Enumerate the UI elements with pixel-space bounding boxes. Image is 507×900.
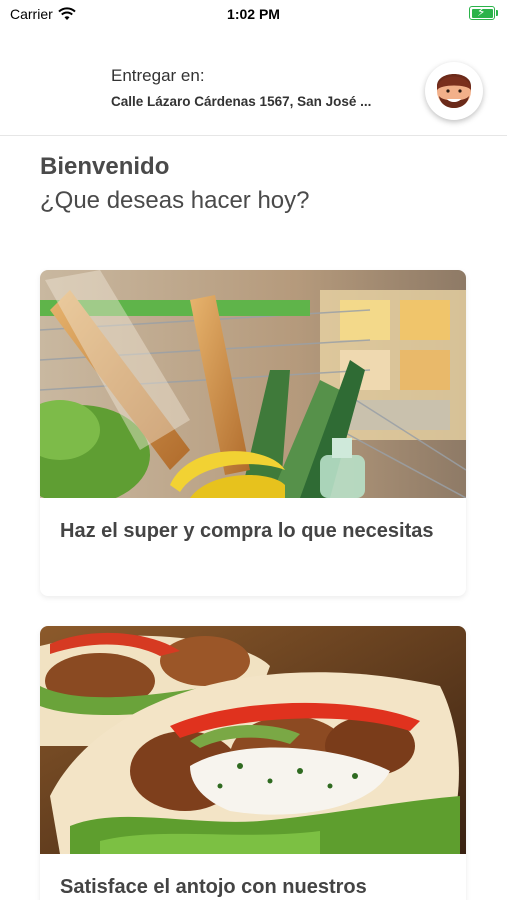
- delivery-header[interactable]: Entregar en: Calle Lázaro Cárdenas 1567,…: [0, 28, 507, 136]
- delivery-address[interactable]: Calle Lázaro Cárdenas 1567, San José ...: [111, 94, 401, 109]
- profile-avatar[interactable]: [425, 62, 483, 120]
- app-screen: Carrier 1:02 PM ⚡ Entregar en: Calle Láz…: [0, 0, 507, 900]
- avatar-face-icon: [437, 74, 471, 108]
- food-card[interactable]: Satisface el antojo con nuestros: [40, 626, 466, 900]
- status-bar: Carrier 1:02 PM ⚡: [0, 0, 507, 28]
- food-card-label: Satisface el antojo con nuestros: [60, 876, 367, 898]
- grocery-card-label: Haz el super y compra lo que necesitas: [60, 520, 434, 542]
- welcome-subtitle: ¿Que deseas hacer hoy?: [40, 187, 310, 214]
- welcome-title: Bienvenido: [40, 153, 170, 180]
- battery-icon: ⚡: [469, 5, 498, 20]
- charging-bolt-icon: ⚡: [477, 5, 486, 19]
- falafel-pita-image: [40, 626, 466, 854]
- grocery-card[interactable]: Haz el super y compra lo que necesitas: [40, 270, 466, 596]
- status-time: 1:02 PM: [227, 6, 280, 22]
- deliver-label: Entregar en:: [111, 66, 205, 85]
- grocery-cart-image: [40, 270, 466, 498]
